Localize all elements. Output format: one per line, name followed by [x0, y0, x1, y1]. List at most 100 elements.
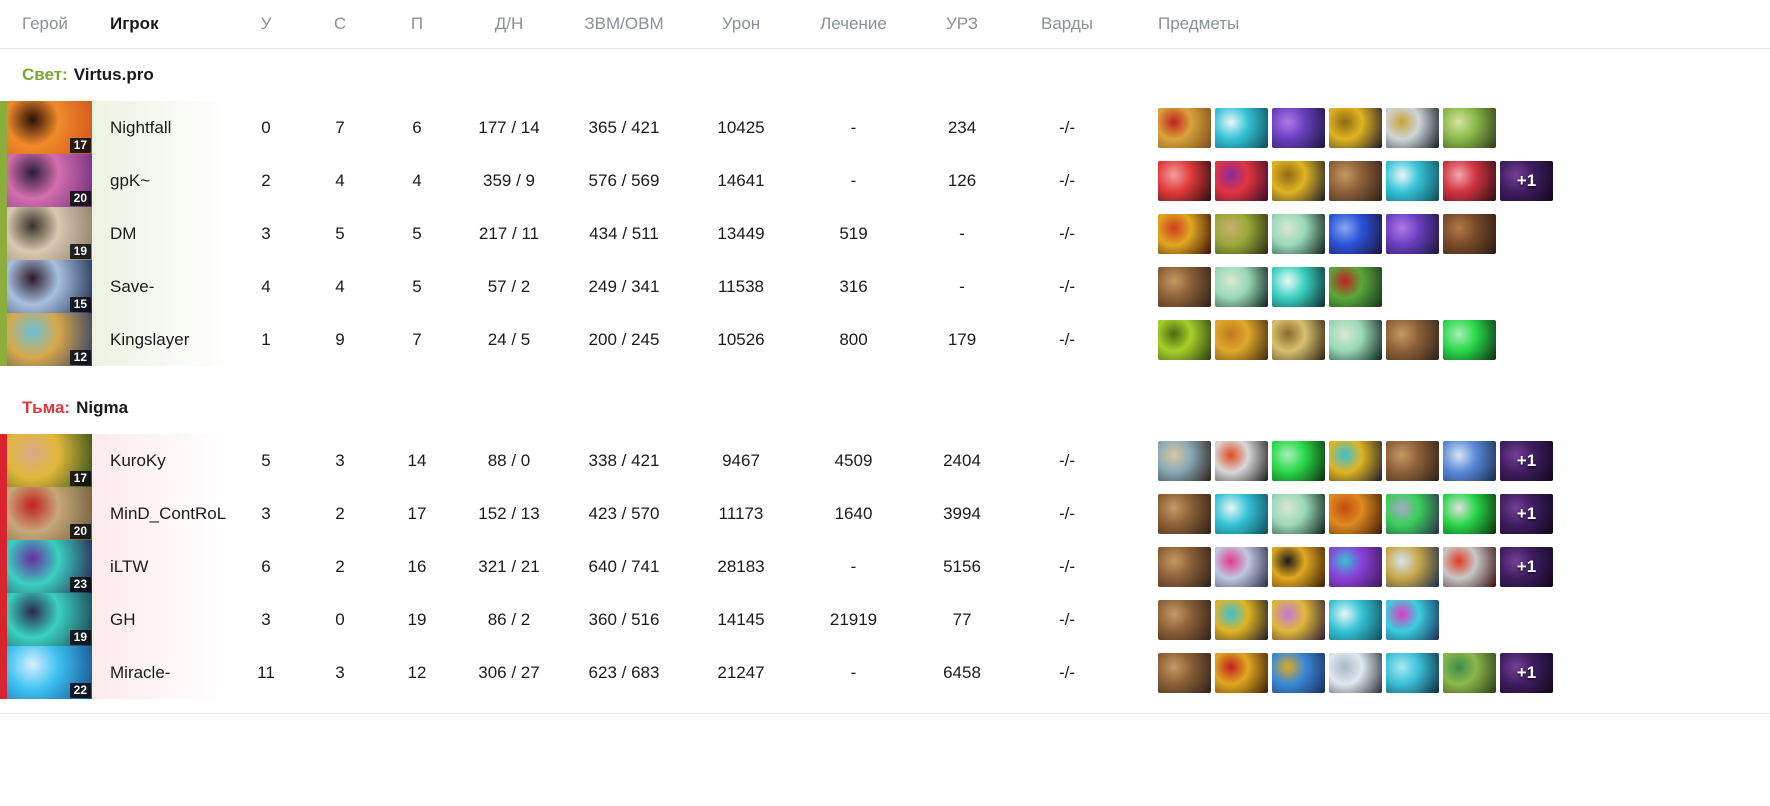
item-slot-4[interactable]	[1329, 160, 1382, 201]
item-slot-5[interactable]	[1386, 160, 1439, 201]
item-slot-3[interactable]	[1272, 440, 1325, 481]
hero-portrait-cell[interactable]: 23	[0, 540, 92, 593]
player-name[interactable]: Nightfall	[92, 118, 229, 138]
player-row[interactable]: 19 GH 3 0 19 86 / 2 360 / 516 14145 21919 77 -/-	[0, 593, 1770, 646]
item-slot-5[interactable]	[1386, 213, 1439, 254]
player-row[interactable]: 12 Kingslayer 1 9 7 24 / 5 200 / 245 10526 800 1…	[0, 313, 1770, 366]
item-slot-3[interactable]	[1272, 107, 1325, 148]
item-slot-1[interactable]	[1158, 440, 1211, 481]
player-row[interactable]: 15 Save- 4 4 5 57 / 2 249 / 341 11538 316 - -/-	[0, 260, 1770, 313]
item-slot-6[interactable]	[1443, 440, 1496, 481]
item-slot-6[interactable]	[1443, 107, 1496, 148]
item-slot-4[interactable]	[1329, 440, 1382, 481]
item-slot-4[interactable]	[1329, 266, 1382, 307]
item-slot-1[interactable]	[1158, 319, 1211, 360]
hero-portrait-cell[interactable]: 19	[0, 207, 92, 260]
item-slot-2[interactable]	[1215, 440, 1268, 481]
player-name[interactable]: KuroKy	[92, 451, 229, 471]
player-name[interactable]: GH	[92, 610, 229, 630]
player-row[interactable]: 17 KuroKy 5 3 14 88 / 0 338 / 421 9467 4509 2404…	[0, 434, 1770, 487]
player-row[interactable]: 22 Miracle- 11 3 12 306 / 27 623 / 683 21247 - 6…	[0, 646, 1770, 699]
item-slot-2[interactable]	[1215, 599, 1268, 640]
item-slot-2[interactable]	[1215, 213, 1268, 254]
team-name[interactable]: Virtus.pro	[74, 65, 154, 85]
player-name[interactable]: DM	[92, 224, 229, 244]
player-row[interactable]: 17 Nightfall 0 7 6 177 / 14 365 / 421 10425 - 23…	[0, 101, 1770, 154]
item-slot-3[interactable]	[1272, 546, 1325, 587]
item-slot-3[interactable]	[1272, 319, 1325, 360]
item-slot-2[interactable]	[1215, 266, 1268, 307]
item-slot-4[interactable]	[1329, 546, 1382, 587]
item-slot-5[interactable]	[1386, 599, 1439, 640]
player-row[interactable]: 20 MinD_ContRoL 3 2 17 152 / 13 423 / 570 1117…	[0, 487, 1770, 540]
column-header-assists[interactable]: П	[377, 14, 457, 34]
extra-items-badge[interactable]	[1500, 440, 1553, 481]
hero-portrait-cell[interactable]: 12	[0, 313, 92, 366]
item-slot-2[interactable]	[1215, 493, 1268, 534]
extra-items-badge[interactable]	[1500, 160, 1553, 201]
column-header-deaths[interactable]: С	[303, 14, 377, 34]
column-header-hero-damage[interactable]: УРЗ	[912, 14, 1012, 34]
player-name[interactable]: gpK~	[92, 171, 229, 191]
team-name[interactable]: Nigma	[76, 398, 128, 418]
item-slot-3[interactable]	[1272, 599, 1325, 640]
column-header-healing[interactable]: Лечение	[795, 14, 912, 34]
item-slot-4[interactable]	[1329, 319, 1382, 360]
item-slot-4[interactable]	[1329, 213, 1382, 254]
player-row[interactable]: 20 gpK~ 2 4 4 359 / 9 576 / 569 14641 - 126 -/-	[0, 154, 1770, 207]
column-header-items[interactable]: Предметы	[1122, 14, 1770, 34]
hero-portrait-cell[interactable]: 19	[0, 593, 92, 646]
item-slot-1[interactable]	[1158, 213, 1211, 254]
hero-portrait-cell[interactable]: 17	[0, 101, 92, 154]
column-header-last-hits-denies[interactable]: Д/Н	[457, 14, 561, 34]
item-slot-5[interactable]	[1386, 319, 1439, 360]
hero-portrait-cell[interactable]: 20	[0, 154, 92, 207]
player-row[interactable]: 19 DM 3 5 5 217 / 11 434 / 511 13449 519 - -/-	[0, 207, 1770, 260]
item-slot-5[interactable]	[1386, 652, 1439, 693]
item-slot-4[interactable]	[1329, 493, 1382, 534]
item-slot-3[interactable]	[1272, 493, 1325, 534]
player-row[interactable]: 23 iLTW 6 2 16 321 / 21 640 / 741 28183 - 5156 -/…	[0, 540, 1770, 593]
hero-portrait-cell[interactable]: 22	[0, 646, 92, 699]
item-slot-6[interactable]	[1443, 213, 1496, 254]
column-header-player[interactable]: Игрок	[92, 14, 229, 34]
item-slot-1[interactable]	[1158, 160, 1211, 201]
player-name[interactable]: Save-	[92, 277, 229, 297]
item-slot-3[interactable]	[1272, 213, 1325, 254]
player-name[interactable]: Kingslayer	[92, 330, 229, 350]
item-slot-3[interactable]	[1272, 266, 1325, 307]
item-slot-1[interactable]	[1158, 266, 1211, 307]
item-slot-5[interactable]	[1386, 107, 1439, 148]
extra-items-badge[interactable]	[1500, 493, 1553, 534]
item-slot-6[interactable]	[1443, 546, 1496, 587]
hero-portrait-cell[interactable]: 15	[0, 260, 92, 313]
item-slot-6[interactable]	[1443, 652, 1496, 693]
item-slot-2[interactable]	[1215, 319, 1268, 360]
item-slot-4[interactable]	[1329, 107, 1382, 148]
extra-items-badge[interactable]	[1500, 652, 1553, 693]
item-slot-5[interactable]	[1386, 493, 1439, 534]
item-slot-6[interactable]	[1443, 160, 1496, 201]
item-slot-3[interactable]	[1272, 652, 1325, 693]
item-slot-1[interactable]	[1158, 546, 1211, 587]
item-slot-2[interactable]	[1215, 546, 1268, 587]
item-slot-4[interactable]	[1329, 599, 1382, 640]
item-slot-6[interactable]	[1443, 493, 1496, 534]
item-slot-4[interactable]	[1329, 652, 1382, 693]
item-slot-5[interactable]	[1386, 546, 1439, 587]
item-slot-2[interactable]	[1215, 652, 1268, 693]
item-slot-1[interactable]	[1158, 652, 1211, 693]
extra-items-badge[interactable]	[1500, 546, 1553, 587]
item-slot-2[interactable]	[1215, 160, 1268, 201]
item-slot-1[interactable]	[1158, 493, 1211, 534]
hero-portrait-cell[interactable]: 17	[0, 434, 92, 487]
item-slot-6[interactable]	[1443, 319, 1496, 360]
item-slot-3[interactable]	[1272, 160, 1325, 201]
item-slot-1[interactable]	[1158, 599, 1211, 640]
column-header-kills[interactable]: У	[229, 14, 303, 34]
column-header-hero[interactable]: Герой	[0, 14, 92, 34]
item-slot-5[interactable]	[1386, 440, 1439, 481]
column-header-damage[interactable]: Урон	[687, 14, 795, 34]
player-name[interactable]: iLTW	[92, 557, 229, 577]
player-name[interactable]: Miracle-	[92, 663, 229, 683]
